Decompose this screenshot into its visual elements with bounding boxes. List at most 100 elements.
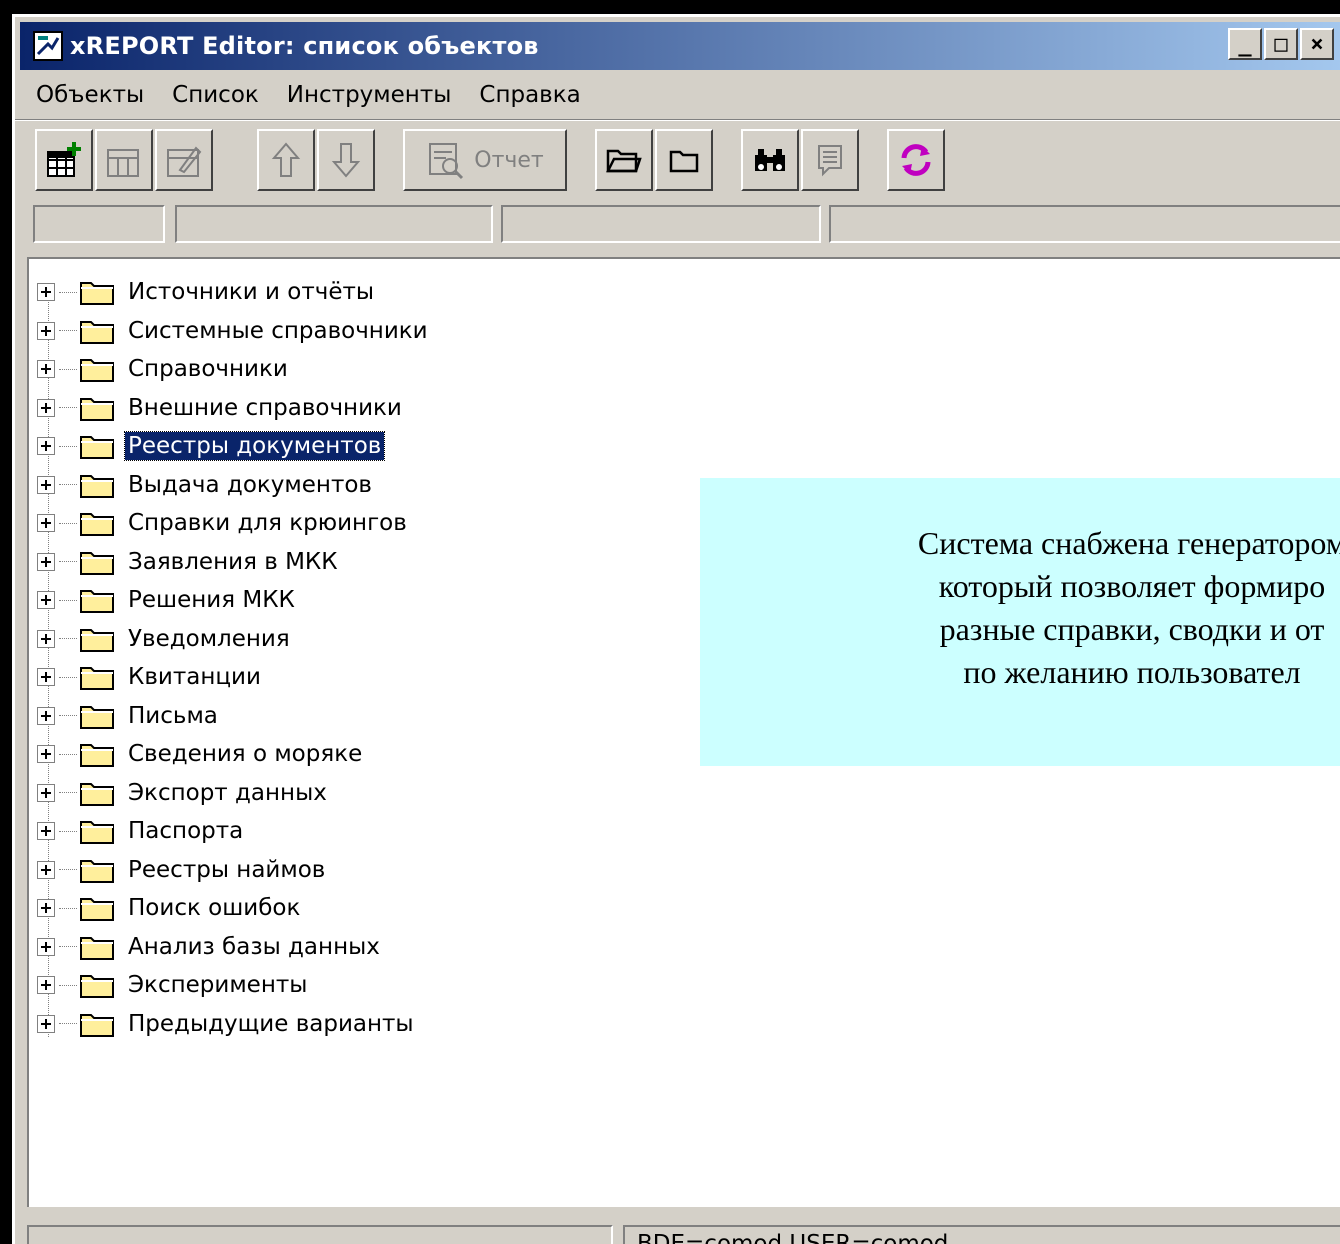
tree-item-label[interactable]: Источники и отчёты [125,278,377,306]
tree-item[interactable]: Эксперименты [37,966,310,1004]
tree-item-label[interactable]: Паспорта [125,817,246,845]
comment-button[interactable] [801,129,859,191]
tree-item[interactable]: Паспорта [37,812,246,850]
tree-connector [59,984,77,986]
expand-plus-icon[interactable] [37,706,55,725]
tree-connector [59,946,77,947]
expand-plus-icon[interactable] [37,591,55,609]
expand-plus-icon[interactable] [37,475,55,494]
maximize-button[interactable]: □ [1264,28,1298,60]
status-panel-left [27,1225,613,1244]
report-button[interactable]: Отчет [403,129,567,191]
expand-plus-icon[interactable] [37,745,55,763]
close-button[interactable]: × [1300,28,1334,60]
tree-item-label[interactable]: Уведомления [125,625,293,653]
edit-object-button[interactable] [155,129,213,191]
expand-plus-icon[interactable] [37,398,55,417]
tree-item[interactable]: Квитанции [37,658,264,696]
tree-item[interactable]: Справочники [37,350,291,388]
expand-plus-icon[interactable] [37,629,55,648]
tree-connector [59,445,77,447]
tree-item-label[interactable]: Реестры документов [123,431,386,461]
expand-plus-icon[interactable] [37,937,55,956]
title-bar[interactable]: xREPORT Editor: список объектов _ □ × [20,22,1340,70]
tree-item[interactable]: Поиск ошибок [37,889,303,927]
add-object-button[interactable] [35,129,93,191]
tree-item[interactable]: Реестры наймов [37,851,328,889]
tree-item-label[interactable]: Квитанции [125,663,264,691]
menu-help[interactable]: Справка [465,82,594,108]
expand-plus-icon[interactable] [37,514,55,532]
expand-plus-icon[interactable] [37,1014,55,1033]
tree-item[interactable]: Сведения о моряке [37,735,365,773]
menu-list[interactable]: Список [158,82,273,108]
expand-plus-icon[interactable] [37,552,55,571]
expand-plus-icon[interactable] [37,360,55,378]
find-button[interactable] [741,129,799,191]
tree-item-label[interactable]: Экспорт данных [125,779,330,807]
tree-item-label[interactable]: Письма [125,702,221,730]
folder-icon [80,320,114,344]
expand-plus-icon[interactable] [37,783,55,802]
table-button[interactable] [95,129,153,191]
tree-item[interactable]: Внешние справочники [37,389,405,427]
window-title: xREPORT Editor: список объектов [70,32,539,60]
tree-connector [59,330,77,331]
tree-item-label[interactable]: Заявления в МКК [125,548,341,576]
tree-item[interactable]: Выдача документов [37,466,375,504]
move-down-button[interactable] [317,129,375,191]
expand-plus-icon[interactable] [37,668,55,686]
tree-item[interactable]: Письма [37,697,221,735]
folder-icon [80,359,114,382]
tree-item-label[interactable]: Поиск ошибок [125,894,303,922]
expand-plus-icon[interactable] [37,283,55,301]
tree-connector [59,830,77,832]
tree-item-label[interactable]: Решения МКК [125,586,298,614]
tree-item-label[interactable]: Анализ базы данных [125,933,383,961]
expand-plus-icon[interactable] [37,437,55,455]
tree-item-label[interactable]: Системные справочники [125,317,431,345]
tree-item-label[interactable]: Справки для крюингов [125,509,410,537]
move-up-button[interactable] [257,129,315,191]
folder-icon [80,821,114,844]
folder-icon [80,474,114,498]
tree-item[interactable]: Реестры документов [37,427,386,465]
tree-item[interactable]: Решения МКК [37,581,298,619]
folder-icon [80,898,114,921]
tree-connector [59,291,77,293]
expand-plus-icon[interactable] [37,976,55,994]
folder-icon [80,1013,114,1037]
tree-item-label[interactable]: Сведения о моряке [125,740,365,768]
tree-item-label[interactable]: Предыдущие варианты [125,1010,417,1038]
expand-plus-icon[interactable] [37,860,55,879]
tree-item-label[interactable]: Эксперименты [125,971,310,999]
minimize-button[interactable]: _ [1228,28,1262,60]
tree-item[interactable]: Уведомления [37,620,293,658]
tree-connector [59,753,77,755]
tree-item-label[interactable]: Реестры наймов [125,856,328,884]
tree-item-label[interactable]: Внешние справочники [125,394,405,422]
tree-item[interactable]: Анализ базы данных [37,928,383,966]
tree-item[interactable]: Справки для крюингов [37,504,410,542]
expand-plus-icon[interactable] [37,321,55,340]
tree-item[interactable]: Системные справочники [37,312,431,350]
tree-item[interactable]: Заявления в МКК [37,543,341,581]
open-folder-button[interactable] [595,129,653,191]
folder-icon [80,859,114,883]
refresh-button[interactable] [887,129,945,191]
expand-plus-icon[interactable] [37,822,55,840]
expand-plus-icon[interactable] [37,899,55,917]
menu-tools[interactable]: Инструменты [273,82,466,108]
folder-icon [80,628,114,652]
tree-item-label[interactable]: Справочники [125,355,291,383]
tree-connector [59,715,77,716]
menu-objects[interactable]: Объекты [20,82,158,108]
tree-item[interactable]: Предыдущие варианты [37,1005,417,1043]
tree-connector [59,1023,77,1024]
edit-table-icon [167,146,202,177]
folder-icon [80,436,114,459]
tree-item[interactable]: Экспорт данных [37,774,330,812]
folder-button[interactable] [655,129,713,191]
tree-item[interactable]: Источники и отчёты [37,273,377,311]
tree-item-label[interactable]: Выдача документов [125,471,375,499]
